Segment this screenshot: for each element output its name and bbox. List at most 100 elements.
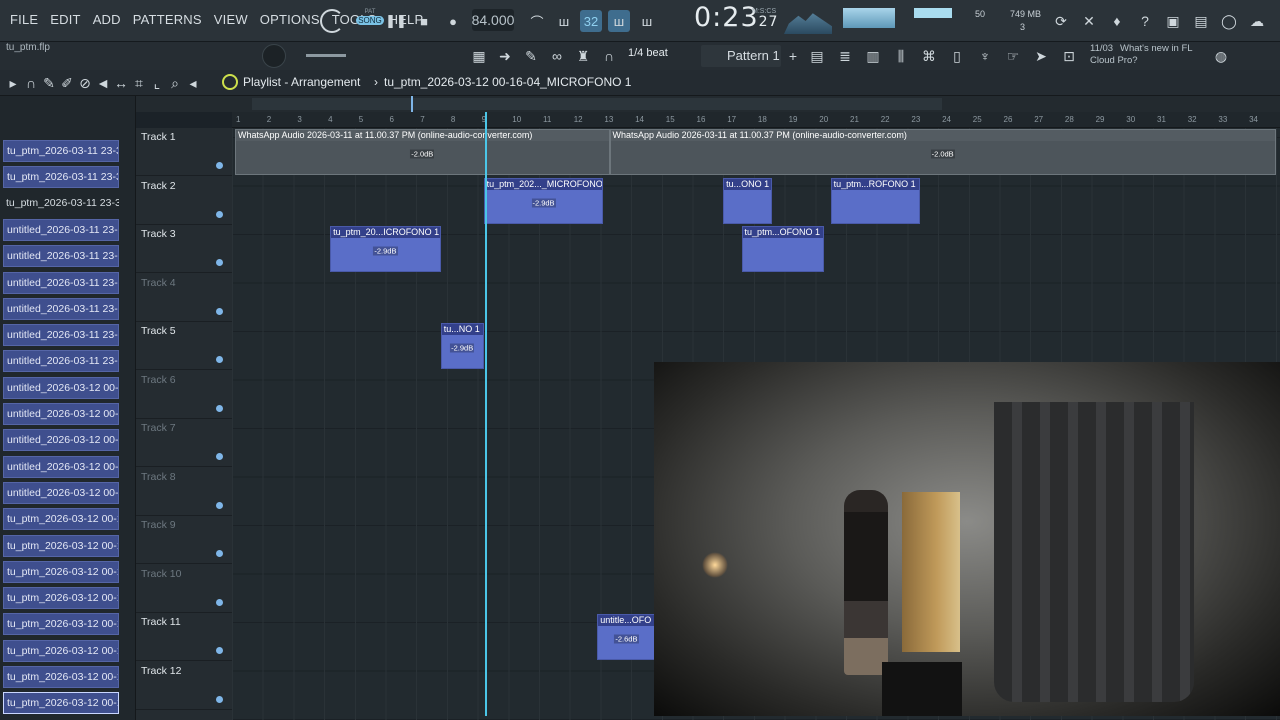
tempo-display[interactable]: 84.000 (472, 9, 514, 31)
track-header[interactable]: Track 8 (136, 468, 232, 516)
master-volume-knob-icon[interactable] (320, 9, 344, 33)
slip-tool-icon[interactable]: ↔ (112, 72, 130, 94)
menu-view[interactable]: VIEW (214, 12, 248, 27)
snap-value[interactable]: 1/4 beat (628, 47, 668, 59)
track-header[interactable]: Track 4 (136, 274, 232, 322)
arrow-right-icon[interactable]: ➜ (494, 45, 516, 67)
track-enable-dot[interactable] (216, 259, 223, 266)
browser-item[interactable]: tu_ptm_2026-03-12 00-1... (3, 534, 119, 557)
globe-icon[interactable]: ◍ (1210, 45, 1232, 67)
track-enable-dot[interactable] (216, 210, 223, 218)
refresh-icon[interactable]: ⟳ (1050, 10, 1072, 32)
track-enable-dot[interactable] (216, 598, 223, 606)
browser-item[interactable]: tu_ptm_2026-03-11 23-3... (3, 166, 119, 189)
wait-input-icon[interactable]: ш (553, 10, 575, 32)
master-volume-slider[interactable] (306, 54, 346, 57)
play-arrow-icon[interactable]: ▸ (4, 72, 22, 94)
browser-item[interactable]: tu_ptm_2026-03-12 00-1... (3, 508, 119, 531)
slice-tool-icon[interactable]: ⌗ (130, 72, 148, 94)
audio-clip[interactable]: WhatsApp Audio 2026-03-11 at 11.00.37 PM… (609, 129, 1276, 175)
browser-item[interactable]: untitled_2026-03-12 00-... (3, 481, 119, 504)
track-enable-dot[interactable] (216, 404, 223, 412)
record-icon[interactable]: ● (442, 10, 464, 32)
browser-item[interactable]: tu_ptm_2026-03-12 00-1... (3, 587, 119, 610)
track-enable-dot[interactable] (216, 550, 223, 557)
browser-item[interactable]: tu_ptm_2026-03-12 00-1... (3, 613, 119, 636)
audio-clip[interactable]: WhatsApp Audio 2026-03-11 at 11.00.37 PM… (235, 129, 610, 175)
playlist-icon[interactable]: ▤ (806, 45, 828, 67)
playhead[interactable] (485, 112, 487, 716)
step-edit-icon[interactable]: ш (608, 10, 630, 32)
browser-item[interactable]: untitled_2026-03-12 00-... (3, 429, 119, 452)
link-icon[interactable]: ∞ (546, 45, 568, 67)
track-header[interactable]: Track 5 (136, 322, 232, 370)
mute-tool-icon[interactable]: ◄ (94, 72, 112, 94)
loop-record-icon[interactable]: ш (636, 10, 658, 32)
track-header[interactable]: Track 10 (136, 565, 232, 613)
browser-item[interactable]: untitled_2026-03-11 23-... (3, 271, 119, 294)
beats-counter[interactable]: 32 (580, 10, 602, 32)
track-header[interactable]: Track 1 (136, 128, 232, 176)
save-icon[interactable]: ▣ (1162, 10, 1184, 32)
touch-icon[interactable]: ☞ (1002, 45, 1024, 67)
master-pitch-knob[interactable] (262, 44, 286, 68)
plugin-icon[interactable]: ♆ (974, 45, 996, 67)
browser-item[interactable]: tu_ptm_2026-03-11 23-3... (3, 140, 119, 162)
track-enable-dot[interactable] (216, 307, 223, 315)
browser-item[interactable]: tu_ptm_2026-03-12 00-1... (3, 666, 119, 688)
menu-file[interactable]: FILE (10, 12, 38, 27)
menu-patterns[interactable]: PATTERNS (133, 12, 202, 27)
track-header[interactable]: Track 11 (136, 613, 232, 661)
browser-icon[interactable]: ⌘ (918, 45, 940, 67)
track-header[interactable]: Track 6 (136, 371, 232, 419)
cloud-icon[interactable]: ☁ (1246, 10, 1268, 32)
track-header[interactable]: Track 2 (136, 177, 232, 225)
help-icon[interactable]: ? (1134, 10, 1156, 32)
mixer-icon[interactable]: ⫼ (890, 45, 912, 67)
pattern-selector[interactable]: Pattern 1 (701, 45, 781, 67)
audio-clip[interactable]: tu_ptm_202..._MICROFONO 1 -2.9dB (483, 177, 604, 224)
pat-song-toggle[interactable]: PAT SONG (356, 9, 384, 31)
audio-clip[interactable]: tu_ptm_20...ICROFONO 1 -2.9dB (330, 226, 441, 272)
menu-edit[interactable]: EDIT (50, 12, 80, 27)
browser-item[interactable]: untitled_2026-03-11 23-... (3, 324, 119, 347)
track-enable-dot[interactable] (216, 695, 223, 703)
browser-item[interactable]: untitled_2026-03-12 00-... (3, 403, 119, 425)
channel-rack-icon[interactable]: ▥ (862, 45, 884, 67)
browser-item[interactable]: untitled_2026-03-11 23-... (3, 218, 119, 241)
track-enable-dot[interactable] (216, 501, 223, 509)
zoom-tool-icon[interactable]: ⌕ (166, 72, 184, 94)
piano-roll-icon[interactable]: ≣ (834, 45, 856, 67)
metronome-icon[interactable]: ⌒ (526, 10, 548, 32)
browser-item[interactable]: untitled_2026-03-11 23-... (3, 245, 119, 268)
tools-icon[interactable]: ✕ (1078, 10, 1100, 32)
browser-item[interactable]: tu_ptm_2026-03-12 00-1... (3, 560, 119, 583)
draw-pencil-icon[interactable]: ✎ (40, 72, 58, 94)
add-pattern-icon[interactable]: + (782, 45, 804, 67)
audio-clip[interactable]: tu...NO 1 -2.9dB (440, 323, 484, 369)
menu-options[interactable]: OPTIONS (260, 12, 320, 27)
playback-tool-icon[interactable]: ◂ (184, 72, 202, 94)
magnet-icon[interactable]: ∩ (598, 45, 620, 67)
track-enable-dot[interactable] (216, 162, 223, 169)
browser-item[interactable]: untitled_2026-03-12 00-... (3, 376, 119, 399)
horizontal-scrollbar[interactable] (252, 98, 942, 110)
select-tool-icon[interactable]: ⌞ (148, 72, 166, 94)
browser-item[interactable]: tu_ptm_2026-03-12 00-1... (3, 692, 119, 715)
pencil-icon[interactable]: ✎ (520, 45, 542, 67)
stamp-icon[interactable]: ♜ (572, 45, 594, 67)
menu-add[interactable]: ADD (93, 12, 121, 27)
track-header[interactable]: Track 3 (136, 225, 232, 273)
stop-icon[interactable]: ■ (413, 10, 435, 32)
typing-keyboard-icon[interactable]: ▦ (468, 45, 490, 67)
audio-clip[interactable]: tu...ONO 1 (723, 177, 773, 224)
cart-icon[interactable]: ⊡ (1058, 45, 1080, 67)
send-icon[interactable]: ➤ (1030, 45, 1052, 67)
browser-item[interactable]: tu_ptm_2026-03-11 23-3... (3, 193, 119, 215)
pause-icon[interactable]: ❚❚ (385, 10, 407, 32)
track-header[interactable]: Track 12 (136, 662, 232, 710)
playlist-power-icon[interactable] (222, 74, 238, 90)
browser-item[interactable]: tu_ptm_2026-03-12 00-1... (3, 639, 119, 662)
export-icon[interactable]: ▤ (1190, 10, 1212, 32)
track-header[interactable]: Track 9 (136, 516, 232, 564)
